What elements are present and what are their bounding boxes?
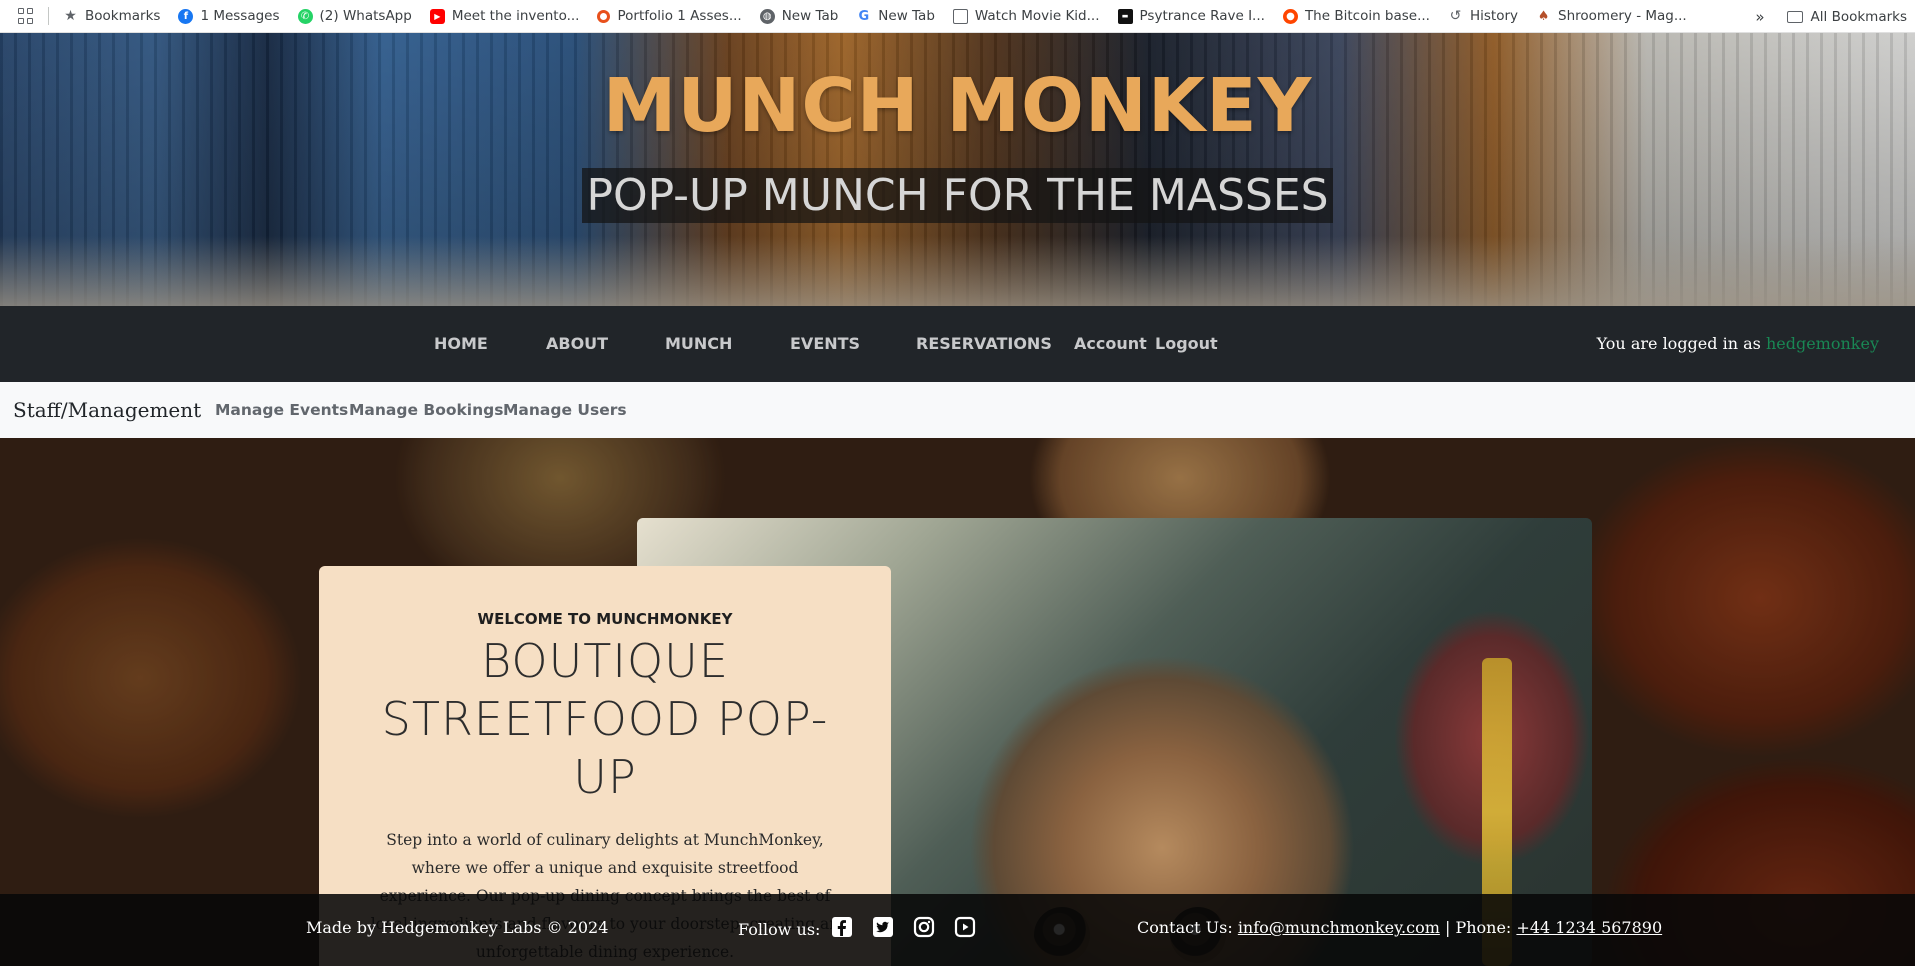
folder-icon <box>1786 10 1803 23</box>
site-footer: Made by Hedgemonkey Labs © 2024 Follow u… <box>0 894 1915 966</box>
bookmark-bitcoin[interactable]: ● The Bitcoin base... <box>1282 8 1430 24</box>
manage-users-link[interactable]: Manage Users <box>503 382 627 438</box>
phone-prefix: | Phone: <box>1444 918 1512 937</box>
hero-subtitle-wrap: POP-UP MUNCH FOR THE MASSES <box>0 168 1915 223</box>
contact-phone-link[interactable]: +44 1234 567890 <box>1516 918 1662 937</box>
apps-grid-icon[interactable] <box>18 8 34 24</box>
footer-follow-label: Follow us: <box>738 920 821 939</box>
bookmark-label: Bookmarks <box>85 8 161 24</box>
nav-about[interactable]: ABOUT <box>546 306 608 382</box>
site-icon: ▬ <box>1117 8 1133 24</box>
nav-reservations[interactable]: RESERVATIONS <box>916 306 1052 382</box>
nav-logout[interactable]: Logout <box>1155 306 1218 382</box>
manage-bookings-link[interactable]: Manage Bookings <box>349 382 503 438</box>
site-tagline: POP-UP MUNCH FOR THE MASSES <box>582 168 1333 223</box>
bookmark-label: Psytrance Rave I... <box>1139 8 1265 24</box>
bookmark-portfolio[interactable]: Portfolio 1 Asses... <box>597 8 742 24</box>
hero-floor-shade <box>0 236 1915 306</box>
hero-banner: MUNCH MONKEY POP-UP MUNCH FOR THE MASSES <box>0 33 1915 306</box>
footer-credit: Made by Hedgemonkey Labs © 2024 <box>306 918 609 937</box>
bookmark-label: New Tab <box>781 8 839 24</box>
bookmark-bookmarks[interactable]: ★ Bookmarks <box>63 8 160 24</box>
youtube-icon[interactable] <box>954 916 976 938</box>
welcome-title: BOUTIQUE STREETFOOD POP-UP <box>381 634 829 804</box>
bookmark-youtube[interactable]: ▶ Meet the invento... <box>429 8 580 24</box>
contact-prefix: Contact Us: <box>1137 918 1233 937</box>
bookmark-watch-movie[interactable]: Watch Movie Kid... <box>952 8 1100 24</box>
bookmarks-bar: ★ Bookmarks f 1 Messages ✆ (2) WhatsApp … <box>0 0 1915 33</box>
nav-home[interactable]: HOME <box>434 306 488 382</box>
instagram-icon[interactable] <box>913 916 935 938</box>
star-icon: ★ <box>64 8 77 24</box>
logged-in-username: hedgemonkey <box>1765 334 1879 353</box>
footer-contact: Contact Us: info@munchmonkey.com | Phone… <box>1137 918 1662 937</box>
bookmark-new-tab[interactable]: ◍ New Tab <box>759 8 839 24</box>
nav-munch[interactable]: MUNCH <box>665 306 732 382</box>
bookmarks-overflow-chevron-icon[interactable]: » <box>1755 8 1764 26</box>
contact-email-link[interactable]: info@munchmonkey.com <box>1238 918 1440 937</box>
circle-icon <box>597 9 611 23</box>
site-title: MUNCH MONKEY <box>602 63 1313 149</box>
page-icon <box>952 8 968 24</box>
bookmarks-separator <box>48 7 49 25</box>
history-icon: ↺ <box>1449 8 1462 24</box>
bookmark-label: History <box>1469 8 1519 24</box>
youtube-icon: ▶ <box>429 8 445 24</box>
facebook-icon: f <box>178 8 194 24</box>
bookmark-label: Watch Movie Kid... <box>974 8 1100 24</box>
bookmark-label: Portfolio 1 Asses... <box>617 8 742 24</box>
google-icon: G <box>856 8 872 24</box>
main-navbar: HOME ABOUT MUNCH EVENTS RESERVATIONS Acc… <box>0 306 1915 382</box>
manage-events-link[interactable]: Manage Events <box>215 382 348 438</box>
all-bookmarks-button[interactable]: All Bookmarks <box>1811 9 1907 25</box>
staff-management-bar: Staff/Management Manage Events Manage Bo… <box>0 382 1915 438</box>
bookmark-new-tab-google[interactable]: G New Tab <box>856 8 935 24</box>
bookmark-label: The Bitcoin base... <box>1304 8 1430 24</box>
main-content: WELCOME TO MUNCHMONKEY BOUTIQUE STREETFO… <box>0 438 1915 966</box>
bookmarks-right: » All Bookmarks <box>1755 0 1907 33</box>
nav-events[interactable]: EVENTS <box>790 306 860 382</box>
bookmark-label: Shroomery - Mag... <box>1558 8 1687 24</box>
welcome-kicker: WELCOME TO MUNCHMONKEY <box>477 610 733 628</box>
bookmark-whatsapp[interactable]: ✆ (2) WhatsApp <box>297 8 412 24</box>
bookmark-history[interactable]: ↺ History <box>1448 8 1518 24</box>
whatsapp-icon: ✆ <box>297 8 313 24</box>
reddit-icon: ● <box>1282 8 1298 24</box>
bookmark-facebook-messages[interactable]: f 1 Messages <box>178 8 280 24</box>
bookmark-label: New Tab <box>878 8 935 24</box>
twitter-icon[interactable] <box>872 916 894 938</box>
globe-icon: ◍ <box>759 8 775 24</box>
mushroom-icon: ♠ <box>1537 8 1550 24</box>
bookmark-label: (2) WhatsApp <box>319 8 412 24</box>
nav-account[interactable]: Account <box>1074 306 1147 382</box>
staff-brand[interactable]: Staff/Management <box>13 382 201 438</box>
bookmark-shroomery[interactable]: ♠ Shroomery - Mag... <box>1536 8 1687 24</box>
login-status-prefix: You are logged in as <box>1596 334 1761 353</box>
bookmark-label: Meet the invento... <box>451 8 580 24</box>
bookmark-psytrance[interactable]: ▬ Psytrance Rave I... <box>1117 8 1265 24</box>
facebook-icon[interactable] <box>831 916 853 938</box>
login-status: You are logged in as hedgemonkey <box>1597 306 1879 382</box>
bookmark-label: 1 Messages <box>200 8 280 24</box>
